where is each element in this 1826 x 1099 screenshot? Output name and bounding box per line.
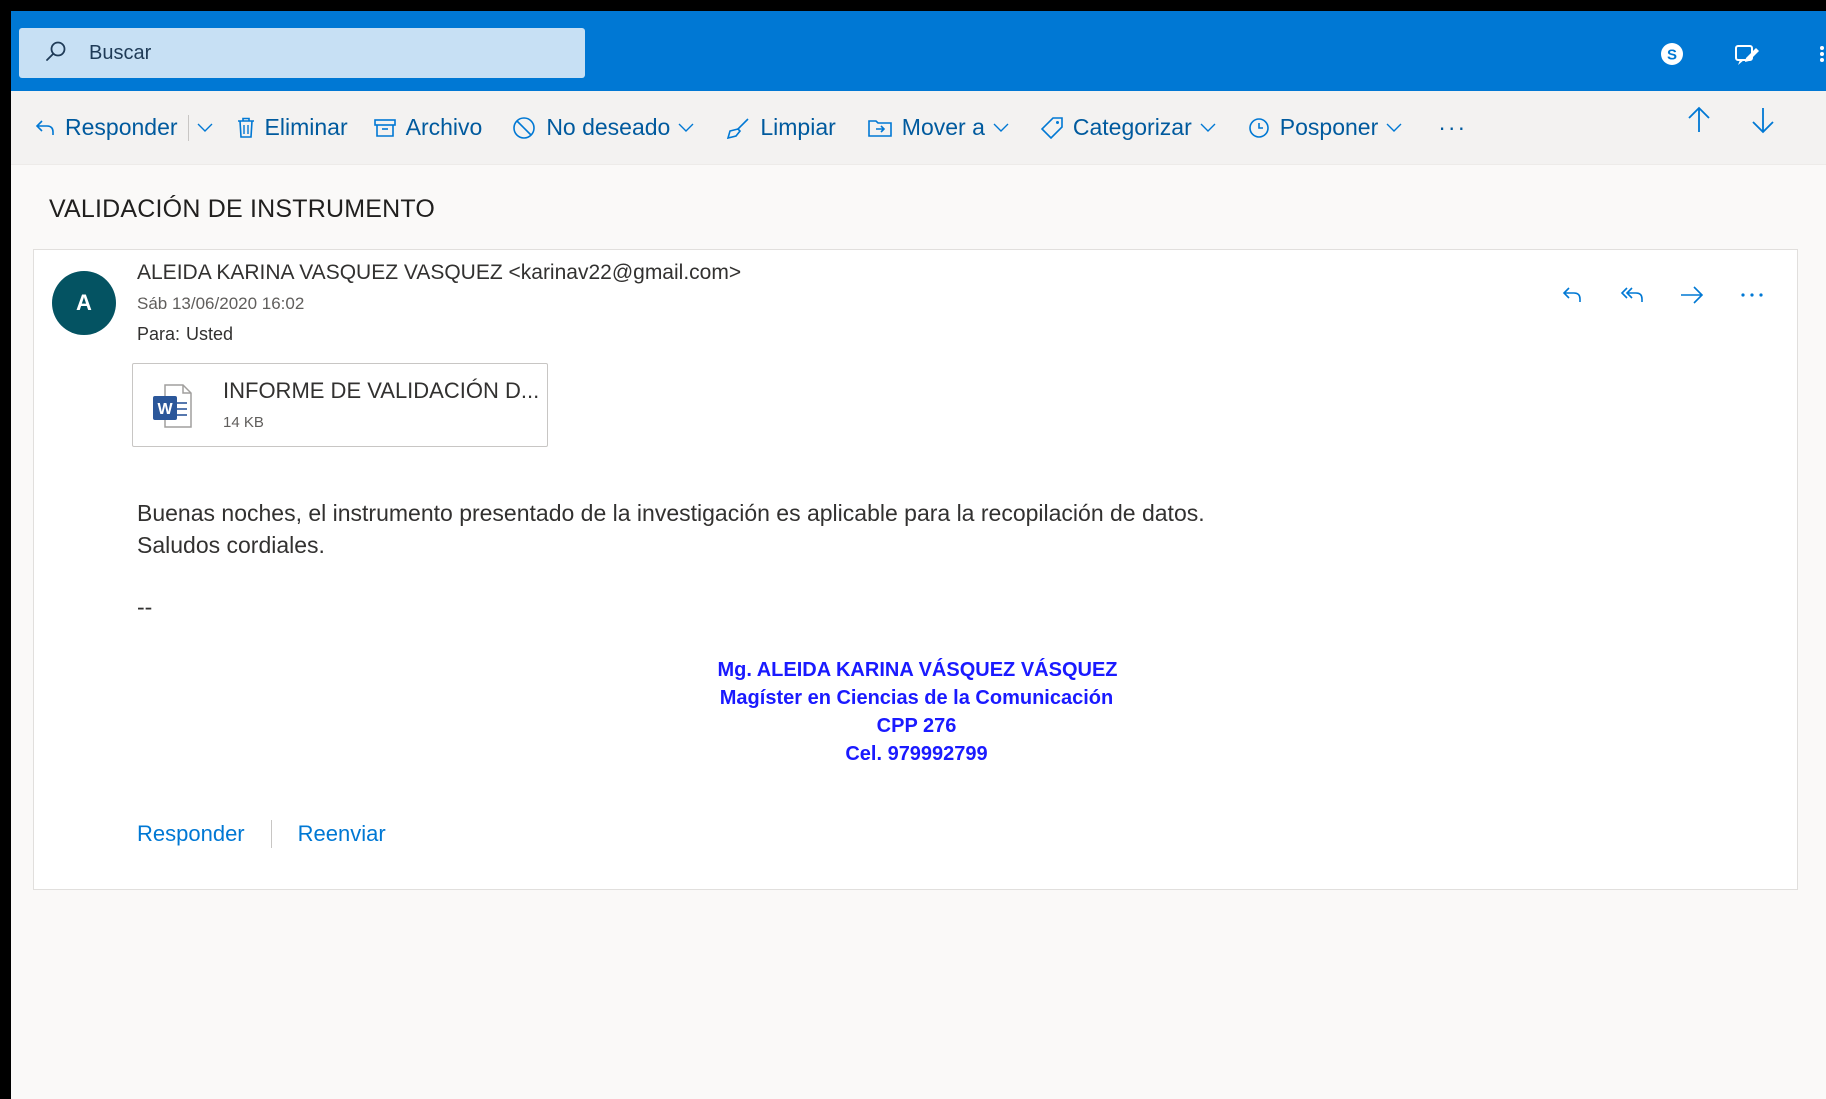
reply-label: Responder xyxy=(65,114,178,140)
chevron-down-icon xyxy=(678,123,694,132)
more-icon[interactable] xyxy=(1807,39,1826,69)
archive-label: Archivo xyxy=(405,114,483,140)
junk-label: No deseado xyxy=(546,114,671,140)
signature-name: Mg. ALEIDA KARINA VÁSQUEZ VÁSQUEZ xyxy=(717,659,1118,681)
svg-text:S: S xyxy=(1667,47,1677,64)
sweep-label: Limpiar xyxy=(760,114,836,140)
attachment-size: 14 KB xyxy=(223,414,264,431)
categorize-button[interactable]: Categorizar xyxy=(1033,106,1224,150)
trash-icon xyxy=(237,117,254,138)
reply-link[interactable]: Responder xyxy=(137,821,245,847)
arrow-down-icon[interactable] xyxy=(1750,106,1776,139)
signature-separator: -- xyxy=(137,594,153,620)
chevron-down-icon xyxy=(1386,123,1402,132)
feedback-icon[interactable] xyxy=(1731,39,1761,69)
signature-title: Magíster en Ciencias de la Comunicación xyxy=(719,687,1114,709)
chevron-down-icon xyxy=(993,123,1009,132)
top-bar: Buscar S xyxy=(11,11,1826,91)
delete-button[interactable]: Eliminar xyxy=(229,106,356,150)
tag-icon xyxy=(1040,116,1063,139)
more-icon[interactable] xyxy=(1737,280,1767,310)
to-label: Para: xyxy=(137,324,181,344)
command-bar: Responder Eliminar Archivo No deseado Li… xyxy=(11,91,1826,165)
snooze-label: Posponer xyxy=(1279,114,1379,140)
arrow-up-icon[interactable] xyxy=(1686,106,1712,139)
message-body-line: Saludos cordiales. xyxy=(137,532,325,558)
quick-actions: Responder Reenviar xyxy=(137,820,386,848)
snooze-button[interactable]: Posponer xyxy=(1240,106,1410,150)
reply-button[interactable]: Responder xyxy=(27,106,186,150)
reply-icon xyxy=(35,119,54,135)
message-card: A ALEIDA KARINA VASQUEZ VASQUEZ <karinav… xyxy=(33,249,1798,890)
message-actions xyxy=(1557,280,1767,310)
chevron-down-icon xyxy=(1200,123,1216,132)
skype-icon[interactable]: S xyxy=(1657,39,1687,69)
move-icon xyxy=(867,119,892,137)
message-date: Sáb 13/06/2020 16:02 xyxy=(137,294,305,313)
sweep-button[interactable]: Limpiar xyxy=(718,106,843,150)
signature-phone: Cel. 979992799 xyxy=(845,743,988,765)
more-actions-button[interactable]: ··· xyxy=(1430,106,1475,150)
attachment-name: INFORME DE VALIDACIÓN D... xyxy=(223,378,540,403)
search-box[interactable]: Buscar xyxy=(19,28,585,78)
move-label: Mover a xyxy=(901,114,985,140)
recipients: Para: Usted xyxy=(137,324,233,345)
sender[interactable]: ALEIDA KARINA VASQUEZ VASQUEZ <karinav22… xyxy=(137,261,741,285)
outlook-window: Buscar S Responder Eliminar Archivo No d… xyxy=(11,11,1826,1099)
archive-icon xyxy=(373,118,396,137)
move-button[interactable]: Mover a xyxy=(860,106,1017,150)
reply-icon[interactable] xyxy=(1557,280,1587,310)
archive-button[interactable]: Archivo xyxy=(366,106,491,150)
junk-button[interactable]: No deseado xyxy=(504,106,702,150)
divider xyxy=(270,820,272,848)
chevron-down-icon xyxy=(197,123,213,132)
block-icon xyxy=(513,116,536,139)
sweep-icon xyxy=(727,117,749,139)
search-icon xyxy=(45,40,67,67)
svg-text:W: W xyxy=(157,401,173,418)
more-actions-label: ··· xyxy=(1438,114,1468,140)
forward-link[interactable]: Reenviar xyxy=(298,821,386,847)
clock-icon xyxy=(1248,117,1269,138)
attachment-card[interactable]: W INFORME DE VALIDACIÓN D... 14 KB xyxy=(132,363,548,447)
avatar[interactable]: A xyxy=(52,271,116,335)
word-icon: W xyxy=(151,383,193,434)
message-subject: VALIDACIÓN DE INSTRUMENTO xyxy=(49,195,436,223)
signature-block: Mg. ALEIDA KARINA VÁSQUEZ VÁSQUEZ Magíst… xyxy=(34,656,1799,768)
reply-all-icon[interactable] xyxy=(1617,280,1647,310)
delete-label: Eliminar xyxy=(264,114,348,140)
message-navigation xyxy=(1686,106,1776,139)
to-value[interactable]: Usted xyxy=(186,324,233,344)
categorize-label: Categorizar xyxy=(1072,114,1192,140)
search-placeholder: Buscar xyxy=(89,41,152,64)
reply-dropdown[interactable] xyxy=(195,106,219,150)
message-body-line: Buenas noches, el instrumento presentado… xyxy=(137,500,1205,526)
signature-registration: CPP 276 xyxy=(876,715,957,737)
divider xyxy=(187,114,189,141)
forward-icon[interactable] xyxy=(1677,280,1707,310)
